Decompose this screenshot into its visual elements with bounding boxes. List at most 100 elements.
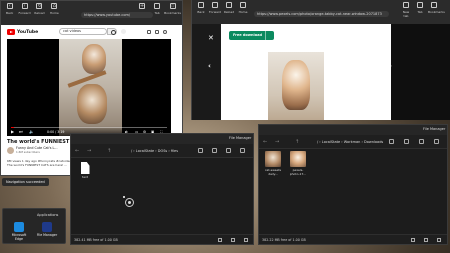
reload-button-2[interactable]: Reload: [223, 2, 235, 14]
close-icon[interactable]: ✕: [208, 34, 214, 42]
bookmarks-button-2[interactable]: Bookmarks: [428, 2, 445, 14]
up-arrow-icon[interactable]: ↑: [107, 148, 111, 154]
plus-icon: +: [138, 3, 145, 9]
cursor-dot: [123, 196, 125, 198]
volume-icon[interactable]: 🔈: [29, 129, 34, 134]
reload-icon: ↻: [36, 3, 43, 9]
youtube-search-input[interactable]: cat videos: [59, 28, 107, 35]
copy-icon[interactable]: [231, 238, 235, 242]
window-title: File Manager: [229, 136, 252, 140]
home-icon: [240, 2, 246, 8]
copy-icon[interactable]: [424, 238, 428, 242]
file-manager-nav-2: ← → ↑ / › LocalState › Workman › Downloa…: [259, 135, 447, 149]
edit-icon[interactable]: [389, 139, 394, 144]
channel-info: Funny And Cute Cat's L... 1.6M subscribe…: [7, 146, 58, 154]
loading-spinner-icon: [125, 198, 134, 207]
file-manager-nav: ← → ↑ / › LocalState › DOSs › files: [71, 144, 253, 158]
free-download-button[interactable]: Free download: [229, 31, 274, 40]
notifications-icon[interactable]: [155, 30, 159, 34]
file-item-cat-sweets[interactable]: cat-sweets daily...: [262, 151, 284, 176]
next-icon[interactable]: ⏭: [19, 129, 23, 134]
home-button[interactable]: ⌂ Home: [48, 3, 60, 15]
new-folder-icon[interactable]: [411, 238, 415, 242]
tab-button[interactable]: Tab: [151, 3, 163, 15]
bookmarks-button[interactable]: ☆ Bookmarks: [164, 3, 181, 15]
free-space-text: 382.41 MB free of 1.00 GB: [74, 238, 118, 242]
video-progress-bar[interactable]: [11, 127, 167, 128]
refresh-icon[interactable]: [212, 148, 217, 153]
flyout-title: Applications: [37, 213, 59, 217]
tab-button-2[interactable]: Tab: [414, 2, 426, 14]
forward-arrow-icon[interactable]: →: [87, 148, 91, 154]
file-manager-window-2[interactable]: File Manager ← → ↑ / › LocalState › Work…: [258, 124, 448, 245]
delete-icon[interactable]: [437, 238, 441, 242]
address-bar-2[interactable]: https://www.pexels.com/photo/orange-tabb…: [254, 11, 389, 17]
photo-viewer: Free download ✕ ‹ ›: [192, 24, 450, 120]
video-cat-top: [82, 44, 106, 74]
back-icon: [198, 2, 204, 8]
reload-icon: [226, 2, 232, 8]
browser-window-pexels[interactable]: Back Forward Reload Home https://www.pex…: [191, 0, 450, 120]
back-arrow-icon[interactable]: ←: [75, 148, 79, 154]
breadcrumb[interactable]: / › LocalState › DOSs › files: [131, 149, 178, 153]
menu-icon[interactable]: [434, 139, 439, 144]
video-player[interactable]: ▶ ⏭ 🔈 0:00 / 3:19 ◐ ▭ ⚙ ▣ ⛶: [7, 39, 171, 136]
address-bar[interactable]: https://www.youtube.com/: [81, 12, 153, 18]
forward-icon: ›: [21, 3, 28, 9]
file-manager-titlebar: File Manager: [71, 134, 253, 144]
previous-arrow-icon[interactable]: ‹: [208, 62, 211, 70]
back-arrow-icon[interactable]: ←: [263, 139, 267, 145]
edit-icon[interactable]: [198, 148, 203, 153]
window-title-2: File Manager: [423, 127, 446, 131]
forward-button-2[interactable]: Forward: [209, 2, 221, 14]
account-avatar[interactable]: [163, 30, 167, 34]
forward-icon: [212, 2, 218, 8]
home-button-2[interactable]: Home: [237, 2, 249, 14]
back-button[interactable]: ‹ Back: [4, 3, 16, 15]
forward-arrow-icon[interactable]: →: [275, 139, 279, 145]
app-file-manager[interactable]: File Manager: [36, 222, 58, 238]
create-icon[interactable]: [147, 30, 151, 34]
video-cat-bottom: [77, 84, 107, 124]
app-microsoft-edge[interactable]: Microsoft Edge: [8, 222, 30, 241]
file-manager-footer: 382.41 MB free of 1.00 GB: [71, 234, 253, 244]
microphone-icon[interactable]: [121, 29, 126, 34]
new-folder-icon[interactable]: [218, 238, 222, 242]
breadcrumb-2[interactable]: / › LocalState › Workman › Downloads: [317, 140, 383, 144]
modal-backdrop: [391, 24, 450, 120]
file-manager-icon: [42, 222, 52, 232]
file-item[interactable]: text: [77, 162, 93, 180]
up-arrow-icon[interactable]: ↑: [295, 139, 299, 145]
bookmark-icon: ☆: [169, 3, 176, 9]
cat-photo-subject: [282, 60, 310, 110]
channel-avatar[interactable]: [7, 146, 14, 154]
image-thumbnail: [265, 151, 281, 167]
next-arrow-icon[interactable]: ›: [389, 62, 392, 70]
reload-button[interactable]: ↻ Reload: [34, 3, 46, 15]
back-icon: ‹: [6, 3, 13, 9]
view-icon[interactable]: [226, 148, 231, 153]
file-item-pexels-photo[interactable]: pexels- photo-17...: [287, 151, 309, 176]
back-button-2[interactable]: Back: [195, 2, 207, 14]
video-progress-fill: [11, 127, 15, 128]
image-thumbnail: [290, 151, 306, 167]
channel-subscribers: 1.6M subscribers: [16, 150, 40, 154]
free-space-text-2: 382.22 MB free of 1.00 GB: [262, 238, 306, 242]
delete-icon[interactable]: [244, 238, 248, 242]
status-toast: Navigation succeeded: [2, 178, 49, 186]
menu-icon[interactable]: [240, 148, 245, 153]
applications-flyout: Applications Microsoft Edge File Manager: [2, 208, 66, 244]
forward-button[interactable]: › Forward: [19, 3, 31, 15]
refresh-icon[interactable]: [404, 139, 409, 144]
video-time: 0:00 / 3:19: [47, 129, 65, 134]
youtube-play-icon: [7, 29, 15, 35]
search-button[interactable]: [107, 28, 117, 35]
document-icon: [80, 162, 90, 174]
youtube-logo[interactable]: YouTube: [7, 29, 38, 35]
view-icon[interactable]: [419, 139, 424, 144]
youtube-header: YouTube cat videos: [1, 25, 182, 39]
play-icon[interactable]: ▶: [11, 129, 14, 134]
file-manager-window-1[interactable]: File Manager ← → ↑ / › LocalState › DOSs…: [70, 133, 254, 245]
file-manager-titlebar-2: File Manager: [259, 125, 447, 135]
new-tab-button-2[interactable]: New tab: [400, 2, 412, 18]
